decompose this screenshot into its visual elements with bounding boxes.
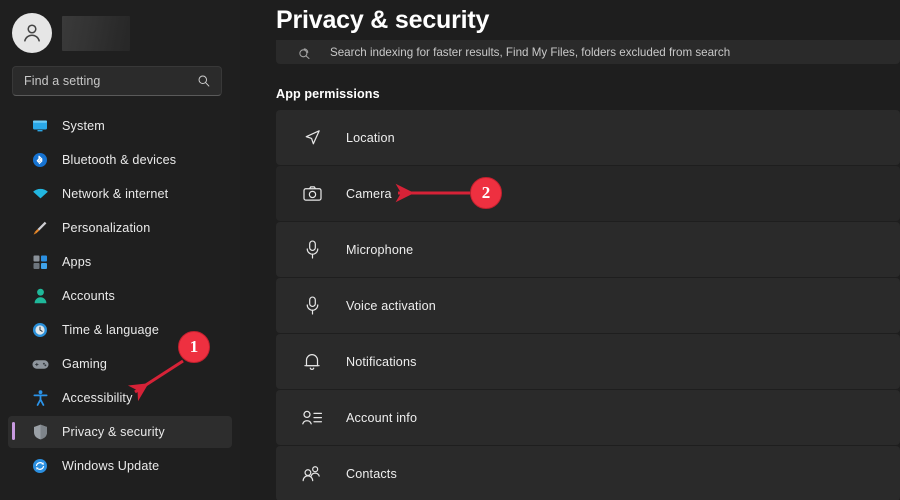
permission-label: Location	[346, 130, 395, 145]
bell-icon	[300, 352, 324, 371]
sidebar-item-label: Time & language	[62, 323, 159, 337]
search-indexing-card[interactable]: Search indexing for faster results, Find…	[276, 40, 900, 64]
page-title: Privacy & security	[276, 6, 490, 34]
sidebar-item-network-internet[interactable]: Network & internet	[8, 178, 232, 210]
searching-icon	[292, 45, 320, 59]
camera-icon	[300, 185, 324, 202]
account-header[interactable]	[0, 0, 240, 56]
permission-label: Microphone	[346, 242, 414, 257]
sidebar-item-apps[interactable]: Apps	[8, 246, 232, 278]
bluetooth-icon	[30, 152, 50, 168]
sidebar-item-bluetooth-devices[interactable]: Bluetooth & devices	[8, 144, 232, 176]
apps-grid-icon	[30, 255, 50, 270]
sidebar-item-label: Accounts	[62, 289, 116, 303]
shield-icon	[30, 424, 50, 440]
monitor-icon	[30, 118, 50, 134]
permission-label: Notifications	[346, 354, 417, 369]
permission-row-contacts[interactable]: Contacts	[276, 446, 900, 500]
search-input[interactable]: Find a setting	[12, 66, 222, 96]
sidebar-item-system[interactable]: System	[8, 110, 232, 142]
sidebar-item-accounts[interactable]: Accounts	[8, 280, 232, 312]
sidebar-item-privacy-security[interactable]: Privacy & security	[8, 416, 232, 448]
account-info-icon	[300, 410, 324, 426]
paintbrush-icon	[30, 220, 50, 236]
search-placeholder: Find a setting	[24, 74, 101, 88]
permission-row-voice-activation[interactable]: Voice activation	[276, 278, 900, 333]
permission-label: Voice activation	[346, 298, 436, 313]
location-arrow-icon	[300, 128, 324, 147]
sidebar-item-label: Personalization	[62, 221, 151, 235]
settings-cards: Search indexing for faster results, Find…	[240, 40, 900, 500]
settings-window: Find a setting System Bluetooth & device…	[0, 0, 900, 500]
search-icon	[197, 74, 211, 93]
username-redacted	[62, 15, 130, 51]
sidebar-item-accessibility[interactable]: Accessibility	[8, 382, 232, 414]
permission-row-account-info[interactable]: Account info	[276, 390, 900, 445]
section-header-app-permissions: App permissions	[276, 87, 380, 101]
permission-row-notifications[interactable]: Notifications	[276, 334, 900, 389]
sidebar-item-label: Gaming	[62, 357, 107, 371]
sidebar-item-gaming[interactable]: Gaming	[8, 348, 232, 380]
permission-label: Account info	[346, 410, 418, 425]
permission-row-camera[interactable]: Camera	[276, 166, 900, 221]
sidebar-item-label: Bluetooth & devices	[62, 153, 177, 167]
selected-indicator	[12, 422, 15, 440]
clock-icon	[30, 322, 50, 338]
permission-label: Camera	[346, 186, 392, 201]
search-indexing-description: Search indexing for faster results, Find…	[330, 45, 731, 59]
sidebar-item-label: Apps	[62, 255, 92, 269]
sidebar-nav: System Bluetooth & devices Network & int…	[0, 110, 240, 482]
sidebar: Find a setting System Bluetooth & device…	[0, 0, 240, 500]
update-refresh-icon	[30, 458, 50, 474]
microphone-icon	[300, 240, 324, 259]
person-icon	[30, 288, 50, 304]
sidebar-item-time-language[interactable]: Time & language	[8, 314, 232, 346]
permission-label: Contacts	[346, 466, 397, 481]
wifi-icon	[30, 186, 50, 202]
sidebar-item-label: Windows Update	[62, 459, 160, 473]
microphone-icon	[300, 296, 324, 315]
permission-row-microphone[interactable]: Microphone	[276, 222, 900, 277]
sidebar-item-windows-update[interactable]: Windows Update	[8, 450, 232, 482]
avatar[interactable]	[12, 13, 52, 53]
sidebar-item-label: Network & internet	[62, 187, 169, 201]
sidebar-item-personalization[interactable]: Personalization	[8, 212, 232, 244]
gamepad-icon	[30, 358, 50, 371]
main-content: Privacy & security Search indexing for f…	[240, 0, 900, 500]
sidebar-item-label: Privacy & security	[62, 425, 165, 439]
accessibility-icon	[30, 390, 50, 406]
sidebar-item-label: Accessibility	[62, 391, 133, 405]
contacts-icon	[300, 465, 324, 482]
person-avatar-icon	[24, 24, 40, 42]
permission-row-location[interactable]: Location	[276, 110, 900, 165]
sidebar-item-label: System	[62, 119, 105, 133]
